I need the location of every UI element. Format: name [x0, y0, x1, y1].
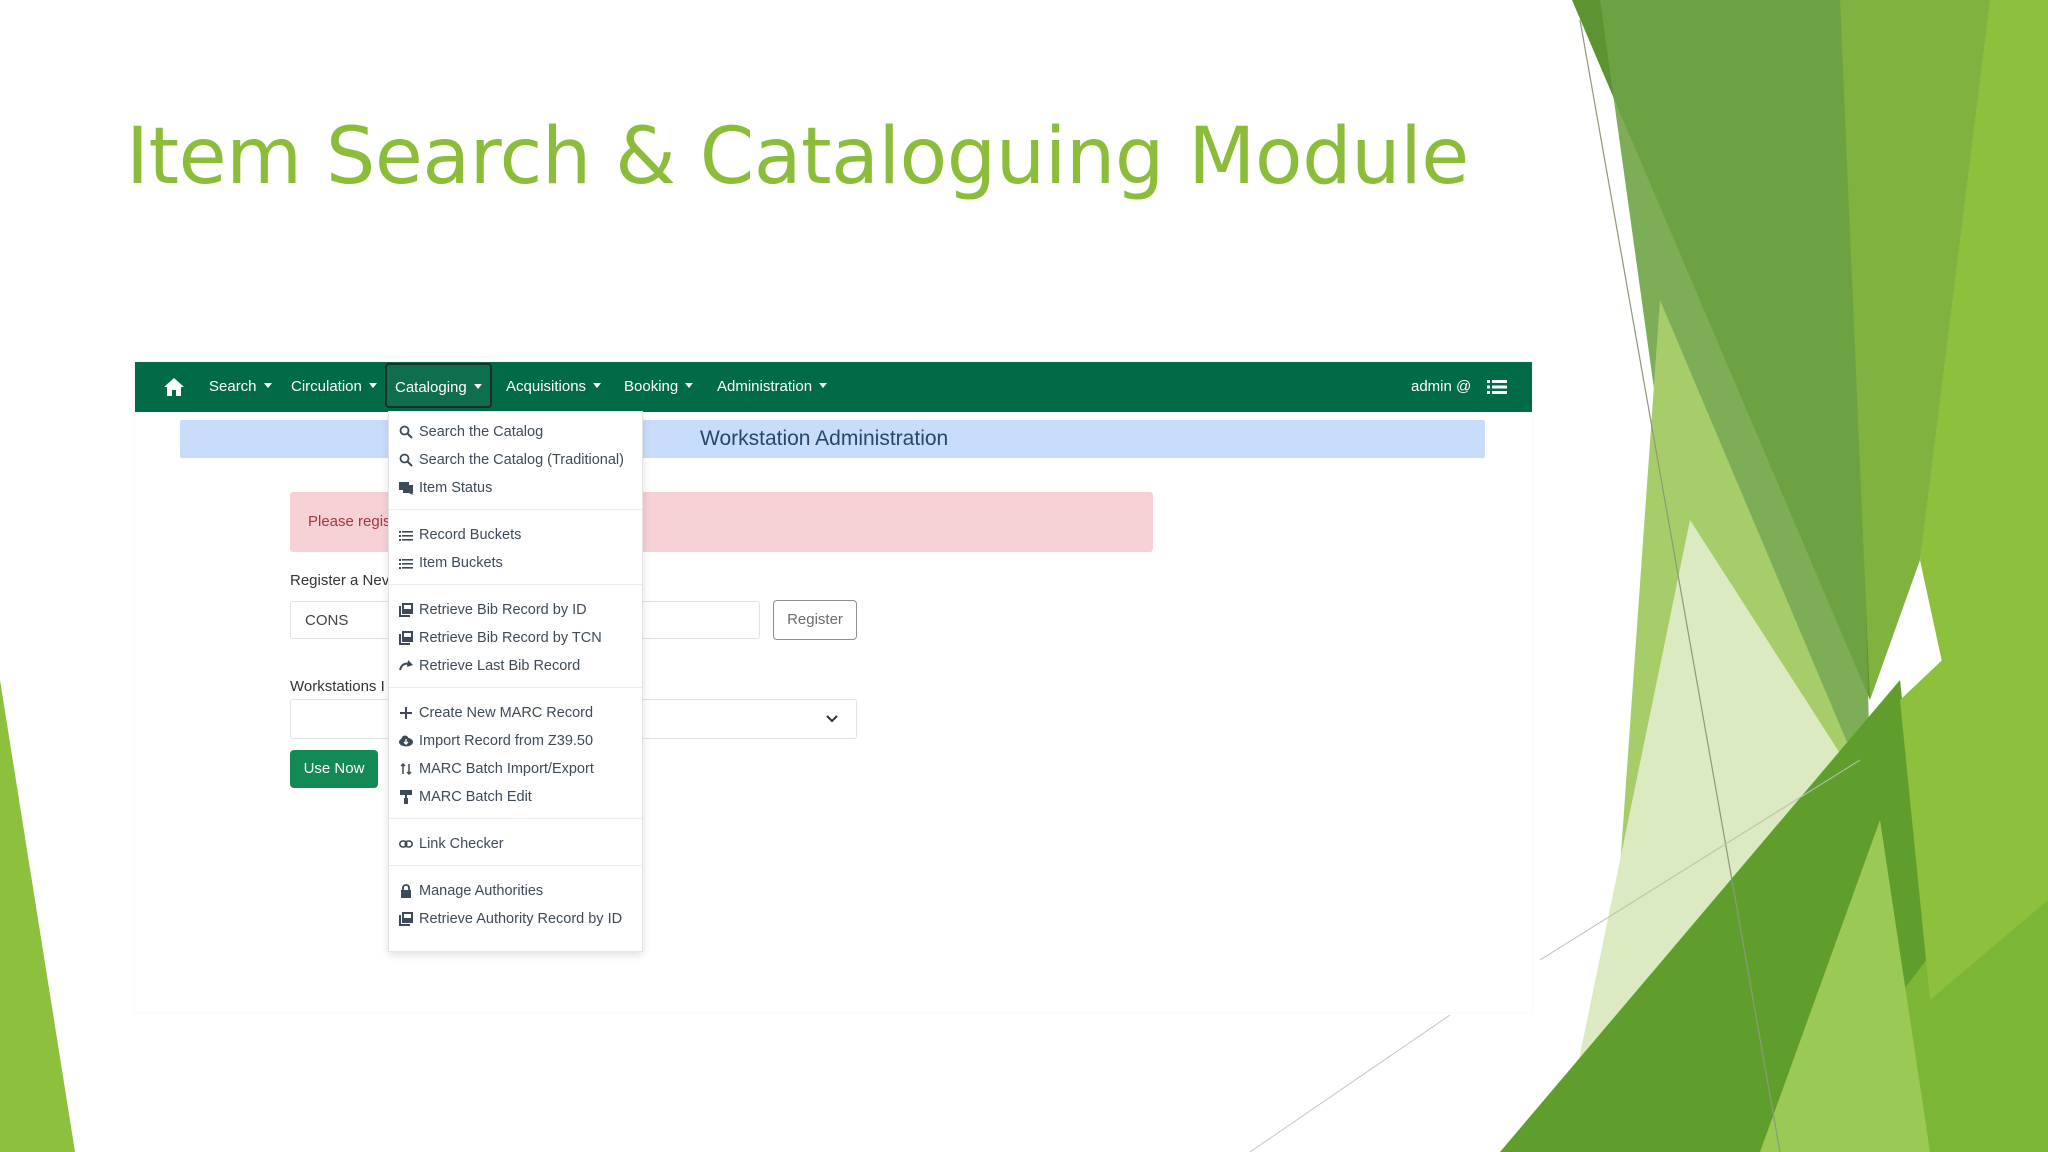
list-icon	[399, 531, 413, 541]
menu-item-link-checker[interactable]: Link Checker	[389, 830, 642, 858]
chevron-down-icon	[826, 715, 838, 723]
menu-item-retrieve-authority-id[interactable]: Retrieve Authority Record by ID	[389, 905, 642, 933]
menu-item-create-marc[interactable]: Create New MARC Record	[389, 699, 642, 727]
sort-arrows-icon	[400, 762, 412, 776]
register-label: Register a Nev	[290, 572, 390, 589]
menu-divider	[389, 584, 642, 585]
menu-item-manage-authorities[interactable]: Manage Authorities	[389, 877, 642, 905]
menu-item-record-buckets[interactable]: Record Buckets	[389, 521, 642, 549]
alert-text: Please regis	[308, 513, 391, 530]
nav-circulation[interactable]: Circulation	[291, 362, 377, 412]
book-stack-icon	[399, 631, 413, 645]
menu-item-search-catalog-traditional[interactable]: Search the Catalog (Traditional)	[389, 446, 642, 474]
paint-roller-icon	[400, 790, 412, 804]
page-header: Workstation Administration	[180, 420, 1485, 458]
redo-arrow-icon	[399, 660, 413, 671]
top-navbar: Search Circulation Cataloging Acquisitio…	[135, 362, 1532, 412]
comments-icon	[399, 482, 413, 495]
nav-search[interactable]: Search	[209, 362, 272, 412]
list-icon[interactable]	[1487, 378, 1507, 396]
menu-item-retrieve-bib-id[interactable]: Retrieve Bib Record by ID	[389, 596, 642, 624]
caret-down-icon	[819, 382, 828, 388]
search-icon	[399, 425, 413, 439]
menu-item-retrieve-last-bib[interactable]: Retrieve Last Bib Record	[389, 652, 642, 680]
caret-down-icon	[593, 382, 602, 388]
menu-item-marc-batch-edit[interactable]: MARC Batch Edit	[389, 783, 642, 811]
menu-item-item-status[interactable]: Item Status	[389, 474, 642, 502]
menu-divider	[389, 865, 642, 866]
app-screenshot: Search Circulation Cataloging Acquisitio…	[135, 362, 1532, 1012]
menu-item-search-catalog[interactable]: Search the Catalog	[389, 418, 642, 446]
cataloging-dropdown-menu: Search the Catalog Search the Catalog (T…	[388, 411, 643, 952]
caret-down-icon	[368, 382, 377, 388]
menu-divider	[389, 818, 642, 819]
book-stack-icon	[399, 603, 413, 617]
nav-booking[interactable]: Booking	[624, 362, 694, 412]
nav-acquisitions[interactable]: Acquisitions	[506, 362, 602, 412]
caret-down-icon	[263, 382, 272, 388]
use-now-button[interactable]: Use Now	[290, 750, 378, 788]
lock-icon	[401, 884, 411, 898]
nav-cataloging[interactable]: Cataloging	[385, 363, 492, 408]
slide-title: Item Search & Cataloguing Module	[126, 112, 1469, 202]
plus-icon	[400, 707, 412, 719]
menu-item-marc-batch-import-export[interactable]: MARC Batch Import/Export	[389, 755, 642, 783]
book-stack-icon	[399, 912, 413, 926]
menu-divider	[389, 687, 642, 688]
cloud-download-icon	[399, 735, 413, 747]
menu-item-retrieve-bib-tcn[interactable]: Retrieve Bib Record by TCN	[389, 624, 642, 652]
nav-administration[interactable]: Administration	[717, 362, 828, 412]
menu-divider	[389, 509, 642, 510]
search-icon	[399, 453, 413, 467]
workstations-label: Workstations I	[290, 678, 385, 695]
user-menu[interactable]: admin @	[1411, 362, 1471, 412]
caret-down-icon	[473, 383, 482, 389]
register-button[interactable]: Register	[773, 600, 857, 640]
caret-down-icon	[685, 382, 694, 388]
menu-item-item-buckets[interactable]: Item Buckets	[389, 549, 642, 577]
menu-item-import-z3950[interactable]: Import Record from Z39.50	[389, 727, 642, 755]
list-icon	[399, 559, 413, 569]
page-title: Workstation Administration	[700, 427, 949, 450]
home-icon[interactable]	[163, 376, 185, 398]
link-icon	[399, 840, 413, 848]
